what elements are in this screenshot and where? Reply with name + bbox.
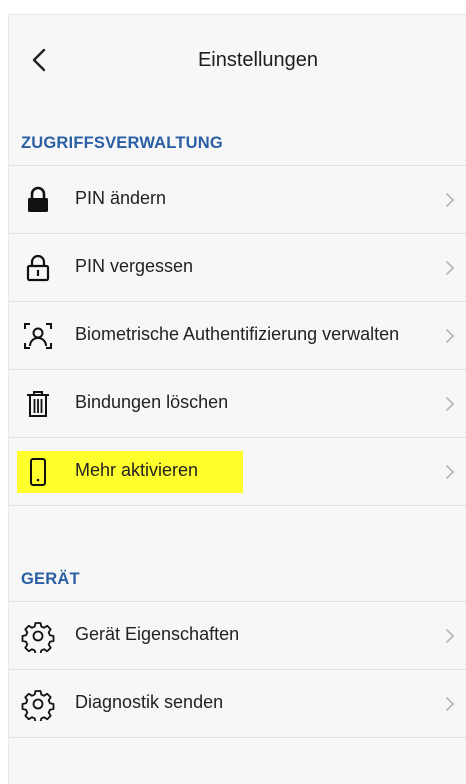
settings-screen: Einstellungen ZUGRIFFSVERWALTUNG PIN änd… <box>8 14 466 784</box>
face-scan-icon <box>21 319 55 353</box>
settings-item-label: PIN ändern <box>75 188 167 208</box>
divider <box>9 737 466 738</box>
lock-open-icon <box>21 251 55 285</box>
section-title-access: ZUGRIFFSVERWALTUNG <box>21 134 223 152</box>
chevron-right-icon <box>443 258 457 278</box>
settings-item-label: PIN vergessen <box>75 256 194 276</box>
chevron-right-icon <box>443 626 457 646</box>
settings-item-biometrics[interactable]: Biometrische Authentifizierung verwalten <box>9 301 466 370</box>
page-title: Einstellungen <box>197 49 319 71</box>
gear-icon <box>21 619 55 655</box>
chevron-right-icon <box>443 190 457 210</box>
settings-item-delete-bindings[interactable]: Bindungen löschen <box>9 369 466 438</box>
header: Einstellungen <box>9 15 466 111</box>
chevron-right-icon <box>443 694 457 714</box>
settings-item-label: Bindungen löschen <box>75 392 229 412</box>
settings-item-device-properties[interactable]: Gerät Eigenschaften <box>9 601 466 670</box>
settings-item-forgot-pin[interactable]: PIN vergessen <box>9 233 466 302</box>
lock-closed-icon <box>21 183 55 217</box>
settings-item-label: Diagnostik senden <box>75 692 224 712</box>
section-title-device: GERÄT <box>21 570 80 588</box>
divider <box>9 505 466 506</box>
settings-item-label: Gerät Eigenschaften <box>75 624 240 644</box>
chevron-right-icon <box>443 394 457 414</box>
trash-icon <box>21 387 55 421</box>
settings-item-send-diagnostics[interactable]: Diagnostik senden <box>9 669 466 738</box>
phone-icon <box>21 455 55 489</box>
chevron-right-icon <box>443 326 457 346</box>
chevron-right-icon <box>443 462 457 482</box>
settings-item-label: Mehr aktivieren <box>75 460 199 480</box>
settings-item-change-pin[interactable]: PIN ändern <box>9 165 466 234</box>
settings-item-activate-more[interactable]: Mehr aktivieren <box>9 437 466 506</box>
settings-item-label: Biometrische Authentifizierung verwalten <box>75 324 400 344</box>
gear-icon <box>21 687 55 723</box>
